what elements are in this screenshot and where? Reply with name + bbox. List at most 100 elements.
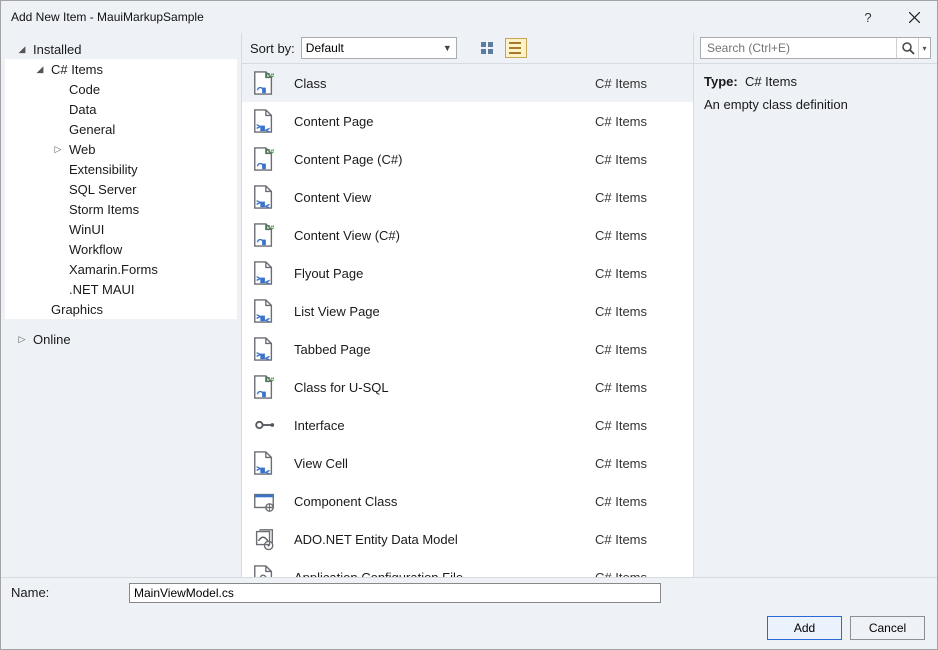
template-row[interactable]: Content PageC# Items <box>242 102 693 140</box>
details-panel: ▾ Type: C# Items An empty class definiti… <box>694 33 937 577</box>
template-list-panel: Sort by: Default ▼ ClassC# ItemsContent … <box>241 33 694 577</box>
view-list-button[interactable] <box>505 38 527 58</box>
template-label: Tabbed Page <box>294 342 595 357</box>
window-title: Add New Item - MauiMarkupSample <box>11 10 845 24</box>
template-icon <box>250 145 278 173</box>
sortby-value: Default <box>306 41 344 55</box>
tree-node-installed[interactable]: ◢ Installed <box>5 39 237 59</box>
tree-node-csharp-items[interactable]: ◢ C# Items <box>5 59 237 79</box>
tree-node-child[interactable]: General <box>5 119 237 139</box>
template-row[interactable]: List View PageC# Items <box>242 292 693 330</box>
name-row: Name: <box>1 577 937 607</box>
tree-label-child: Storm Items <box>67 202 139 217</box>
detail-description: An empty class definition <box>704 97 927 112</box>
close-button[interactable] <box>891 1 937 33</box>
tree-node-child[interactable]: Data <box>5 99 237 119</box>
grid-icon <box>481 42 494 55</box>
tree-label-child: Code <box>67 82 100 97</box>
template-type: C# Items <box>595 380 685 395</box>
template-row[interactable]: ADO.NET Entity Data ModelC# Items <box>242 520 693 558</box>
template-type: C# Items <box>595 266 685 281</box>
template-row[interactable]: Tabbed PageC# Items <box>242 330 693 368</box>
template-icon <box>250 335 278 363</box>
template-type: C# Items <box>595 304 685 319</box>
template-row[interactable]: InterfaceC# Items <box>242 406 693 444</box>
detail-type-label: Type: <box>704 74 738 89</box>
name-input[interactable] <box>129 583 661 603</box>
help-button[interactable]: ? <box>845 1 891 33</box>
tree-node-child[interactable]: Code <box>5 79 237 99</box>
template-icon <box>250 69 278 97</box>
tree-label-child: Workflow <box>67 242 122 257</box>
template-tree-panel: ◢ Installed ◢ C# Items CodeDataGeneral▷W… <box>1 33 241 577</box>
template-icon <box>250 107 278 135</box>
tree-node-child[interactable]: Storm Items <box>5 199 237 219</box>
add-new-item-dialog: Add New Item - MauiMarkupSample ? ◢ Inst… <box>0 0 938 650</box>
template-row[interactable]: Application Configuration FileC# Items <box>242 558 693 577</box>
detail-type-line: Type: C# Items <box>704 74 927 89</box>
tree-node-child[interactable]: Extensibility <box>5 159 237 179</box>
template-type: C# Items <box>595 418 685 433</box>
tree-label-online: Online <box>31 332 71 347</box>
search-input[interactable] <box>701 41 896 55</box>
tree-node-child[interactable]: Workflow <box>5 239 237 259</box>
template-type: C# Items <box>595 456 685 471</box>
template-label: Class for U-SQL <box>294 380 595 395</box>
tree-node-child[interactable]: WinUI <box>5 219 237 239</box>
template-row[interactable]: ClassC# Items <box>242 64 693 102</box>
tree-node-child[interactable]: ▷Web <box>5 139 237 159</box>
tree-label-child: Xamarin.Forms <box>67 262 158 277</box>
search-icon <box>901 41 915 55</box>
tree-label-child: General <box>67 122 115 137</box>
cancel-button[interactable]: Cancel <box>850 616 925 640</box>
template-tree: ◢ Installed ◢ C# Items CodeDataGeneral▷W… <box>5 39 237 349</box>
tree-node-child[interactable]: SQL Server <box>5 179 237 199</box>
search-dropdown-button[interactable]: ▾ <box>918 38 930 58</box>
template-type: C# Items <box>595 190 685 205</box>
template-row[interactable]: Flyout PageC# Items <box>242 254 693 292</box>
template-list[interactable]: ClassC# ItemsContent PageC# ItemsContent… <box>242 63 693 577</box>
template-type: C# Items <box>595 532 685 547</box>
template-row[interactable]: Class for U-SQLC# Items <box>242 368 693 406</box>
template-row[interactable]: Content ViewC# Items <box>242 178 693 216</box>
search-bar: ▾ <box>694 33 937 63</box>
template-row[interactable]: Content View (C#)C# Items <box>242 216 693 254</box>
add-button[interactable]: Add <box>767 616 842 640</box>
list-icon <box>509 42 522 55</box>
template-label: Content Page (C#) <box>294 152 595 167</box>
close-icon <box>909 12 920 23</box>
tree-label-child: Web <box>67 142 96 157</box>
template-label: Application Configuration File <box>294 570 595 578</box>
tree-node-child[interactable]: Xamarin.Forms <box>5 259 237 279</box>
template-icon <box>250 297 278 325</box>
search-button[interactable] <box>896 38 918 58</box>
template-label: Class <box>294 76 595 91</box>
button-row: Add Cancel <box>1 607 937 649</box>
tree-node-online[interactable]: ▷ Online <box>5 329 237 349</box>
template-row[interactable]: Component ClassC# Items <box>242 482 693 520</box>
template-icon <box>250 183 278 211</box>
detail-type-value: C# Items <box>745 74 797 89</box>
template-row[interactable]: Content Page (C#)C# Items <box>242 140 693 178</box>
template-type: C# Items <box>595 494 685 509</box>
template-row[interactable]: View CellC# Items <box>242 444 693 482</box>
search-wrap: ▾ <box>700 37 931 59</box>
tree-label-child: SQL Server <box>67 182 136 197</box>
expand-icon: ▷ <box>15 334 29 345</box>
template-icon <box>250 221 278 249</box>
template-label: ADO.NET Entity Data Model <box>294 532 595 547</box>
expand-icon: ▷ <box>51 144 65 155</box>
tree-label-installed: Installed <box>31 42 81 57</box>
tree-node-graphics[interactable]: Graphics <box>5 299 237 319</box>
template-icon <box>250 449 278 477</box>
template-type: C# Items <box>595 570 685 578</box>
template-details: Type: C# Items An empty class definition <box>694 63 937 577</box>
view-grid-button[interactable] <box>477 38 499 58</box>
sortby-select[interactable]: Default ▼ <box>301 37 457 59</box>
tree-node-child[interactable]: .NET MAUI <box>5 279 237 299</box>
tree-label-graphics: Graphics <box>49 302 103 317</box>
template-label: Flyout Page <box>294 266 595 281</box>
template-label: Content Page <box>294 114 595 129</box>
name-label: Name: <box>11 585 129 600</box>
template-icon <box>250 487 278 515</box>
